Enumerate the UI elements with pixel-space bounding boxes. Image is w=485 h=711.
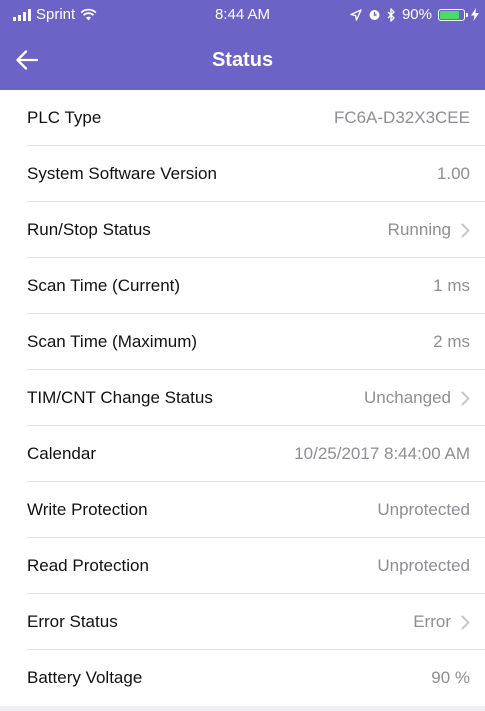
row-value: Unprotected [377, 500, 470, 519]
row-value: 10/25/2017 8:44:00 AM [294, 444, 470, 463]
row-value: FC6A-D32X3CEE [333, 108, 470, 127]
row-value: Unprotected [377, 556, 470, 575]
row-label: Scan Time (Maximum) [27, 332, 198, 351]
row-write-protection: Write Protection Unprotected [0, 482, 485, 538]
row-run-stop-status[interactable]: Run/Stop Status Running [0, 202, 485, 258]
row-scan-time-current: Scan Time (Current) 1 ms [0, 258, 485, 314]
row-label: System Software Version [27, 164, 217, 183]
chevron-right-icon [461, 391, 470, 405]
row-system-software-version: System Software Version 1.00 [0, 146, 485, 202]
status-bar: Sprint 8:44 AM 90% [0, 0, 485, 31]
row-value: 90 % [431, 668, 470, 687]
row-calendar: Calendar 10/25/2017 8:44:00 AM [0, 426, 485, 482]
row-label: Calendar [27, 444, 96, 463]
location-arrow-icon [350, 8, 362, 21]
battery-percent: 90% [401, 6, 432, 23]
row-value: Running [387, 220, 451, 239]
row-value: 2 ms [433, 332, 470, 351]
navigation-bar: Status [0, 31, 485, 90]
row-label: Read Protection [27, 556, 149, 575]
row-label: Battery Voltage [27, 668, 143, 687]
row-label: PLC Type [27, 108, 102, 127]
row-error-status[interactable]: Error Status Error [0, 594, 485, 650]
battery-fill [440, 10, 459, 19]
bluetooth-icon [387, 7, 395, 22]
row-plc-type: PLC Type FC6A-D32X3CEE [0, 90, 485, 146]
row-scan-time-maximum: Scan Time (Maximum) 2 ms [0, 314, 485, 370]
charging-bolt-icon [471, 8, 479, 21]
status-list: PLC Type FC6A-D32X3CEE System Software V… [0, 90, 485, 706]
battery-icon [438, 8, 468, 21]
row-read-protection: Read Protection Unprotected [0, 538, 485, 594]
alarm-icon [369, 10, 380, 20]
row-value: 1 ms [433, 276, 470, 295]
row-label: Error Status [27, 612, 118, 631]
row-tim-cnt-change-status[interactable]: TIM/CNT Change Status Unchanged [0, 370, 485, 426]
row-label: Run/Stop Status [27, 220, 151, 239]
row-value: Unchanged [364, 388, 451, 407]
row-label: Scan Time (Current) [27, 276, 181, 295]
row-battery-voltage: Battery Voltage 90 % [0, 650, 485, 706]
page-title: Status [211, 49, 274, 71]
chevron-right-icon [461, 223, 470, 237]
row-label: Write Protection [27, 500, 148, 519]
row-value: Error [413, 612, 451, 631]
status-right: 90% [350, 6, 479, 23]
row-label: TIM/CNT Change Status [27, 388, 213, 407]
chevron-right-icon [461, 615, 470, 629]
row-value: 1.00 [436, 164, 470, 183]
